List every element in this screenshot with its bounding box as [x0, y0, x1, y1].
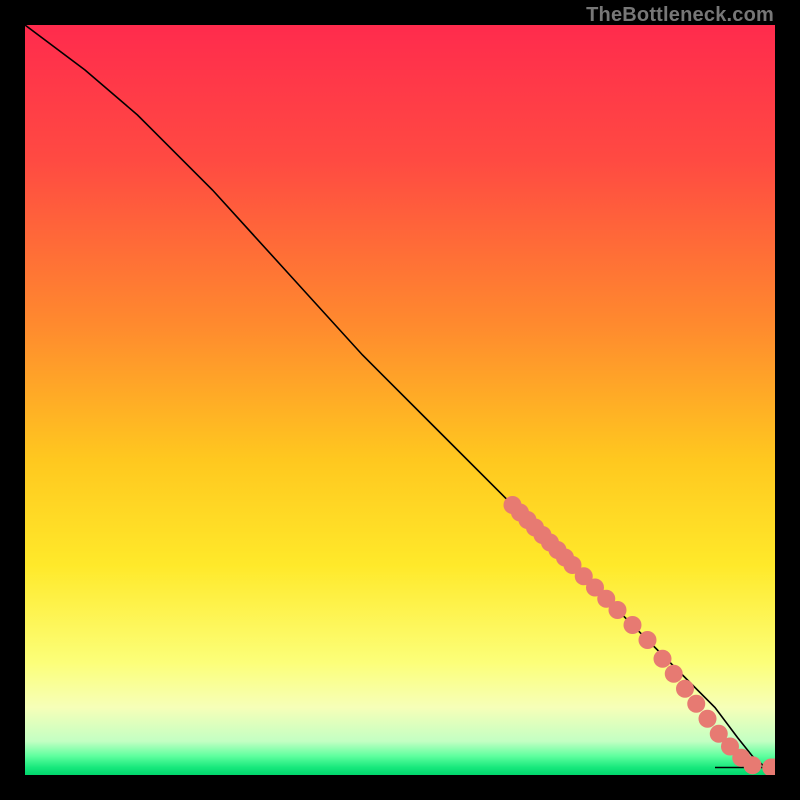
- data-point: [624, 616, 642, 634]
- data-point: [676, 680, 694, 698]
- chart-stage: TheBottleneck.com: [0, 0, 800, 800]
- data-point: [609, 601, 627, 619]
- data-point: [744, 756, 762, 774]
- data-point: [665, 665, 683, 683]
- data-point: [687, 695, 705, 713]
- data-point: [639, 631, 657, 649]
- watermark-text: TheBottleneck.com: [586, 4, 774, 27]
- data-point: [654, 650, 672, 668]
- data-point: [699, 710, 717, 728]
- bottleneck-chart: [25, 25, 775, 775]
